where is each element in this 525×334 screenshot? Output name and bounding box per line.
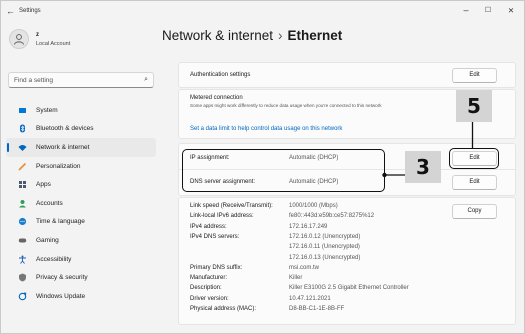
property-value: msi.com.tw <box>289 264 319 271</box>
metered-description: Some apps might work differently to redu… <box>190 103 382 108</box>
property-value: 172.16.17.249 <box>289 223 328 230</box>
sidebar-item-network-internet[interactable]: Network & internet <box>6 138 156 157</box>
property-label: IPv4 DNS servers: <box>190 233 240 240</box>
metered-label: Metered connection <box>190 95 243 101</box>
gamepad-icon <box>18 236 27 245</box>
sidebar-item-label: Gaming <box>36 236 59 244</box>
settings-window: ← Settings – ☐ ✕ z Local Account Find a … <box>0 0 525 334</box>
property-value: Killer <box>289 275 303 282</box>
callout-connector-5 <box>471 121 474 148</box>
close-button[interactable]: ✕ <box>505 6 517 15</box>
maximize-button[interactable]: ☐ <box>482 6 494 14</box>
person-icon <box>18 199 27 208</box>
sidebar-item-personalization[interactable]: Personalization <box>6 157 156 176</box>
sidebar-item-label: Time & language <box>36 218 85 226</box>
sidebar-item-label: Accessibility <box>36 255 72 263</box>
sidebar-item-label: Bluetooth & devices <box>36 125 94 133</box>
breadcrumb: Network & internet › Ethernet <box>162 28 342 43</box>
sidebar-item-bluetooth-devices[interactable]: Bluetooth & devices <box>6 120 156 139</box>
avatar[interactable] <box>9 29 29 49</box>
sidebar-item-label: Windows Update <box>36 292 86 300</box>
authentication-card: Authentication settings Edit <box>178 62 516 88</box>
page-title: Ethernet <box>287 28 343 43</box>
back-arrow-icon[interactable]: ← <box>6 6 15 16</box>
sidebar-item-label: Personalization <box>36 162 81 170</box>
user-account-type: Local Account <box>36 41 71 47</box>
property-label: IPv4 address: <box>190 223 227 230</box>
wifi-icon <box>18 143 27 152</box>
search-icon: ⌕ <box>144 76 148 83</box>
property-label: Physical address (MAC): <box>190 306 257 312</box>
property-value: 1000/1000 (Mbps) <box>289 203 338 209</box>
property-value: 172.16.0.12 (Unencrypted) <box>289 233 361 240</box>
sidebar-item-label: Accounts <box>36 199 63 207</box>
title-bar: ← Settings – ☐ ✕ <box>1 1 524 23</box>
search-placeholder: Find a setting <box>14 77 54 84</box>
authentication-edit-button[interactable]: Edit <box>452 68 497 83</box>
sidebar-nav: System Bluetooth & devices Network & inter… <box>6 101 156 306</box>
sidebar-item-privacy-security[interactable]: Privacy & security <box>6 268 156 287</box>
sidebar-item-label: System <box>36 106 58 114</box>
property-label: Link-local IPv6 address: <box>190 213 254 220</box>
user-name: z <box>36 32 39 38</box>
globe-clock-icon <box>18 217 27 226</box>
sidebar-item-label: Privacy & security <box>36 274 88 282</box>
accessibility-icon <box>18 255 27 264</box>
sidebar-item-accessibility[interactable]: Accessibility <box>6 250 156 269</box>
sidebar-item-time-language[interactable]: Time & language <box>6 213 156 232</box>
properties-card: Copy Link speed (Receive/Transmit): 1000/… <box>178 197 516 325</box>
property-label: Primary DNS suffix: <box>190 264 243 271</box>
minimize-button[interactable]: – <box>460 5 472 15</box>
system-icon <box>18 106 27 115</box>
shield-icon <box>18 273 27 282</box>
sidebar-item-gaming[interactable]: Gaming <box>6 231 156 250</box>
breadcrumb-parent[interactable]: Network & internet <box>162 28 273 43</box>
update-icon <box>18 292 27 301</box>
search-input[interactable]: Find a setting ⌕ <box>8 72 154 88</box>
sidebar-item-accounts[interactable]: Accounts <box>6 194 156 213</box>
property-value: 172.16.0.11 (Unencrypted) <box>289 244 360 251</box>
apps-icon <box>18 180 27 189</box>
sidebar-item-label: Network & internet <box>36 143 90 151</box>
property-value: 172.16.0.13 (Unencrypted) <box>289 254 361 261</box>
property-label: Link speed (Receive/Transmit): <box>190 203 273 209</box>
sidebar-item-apps[interactable]: Apps <box>6 175 156 194</box>
data-limit-link[interactable]: Set a data limit to help control data us… <box>190 126 342 132</box>
sidebar-item-system[interactable]: System <box>6 101 156 120</box>
property-value: Killer E3100G 2.5 Gigabit Ethernet Contr… <box>289 285 409 292</box>
sidebar-item-label: Apps <box>36 181 51 189</box>
dns-edit-button[interactable]: Edit <box>452 175 497 190</box>
sidebar: z Local Account Find a setting ⌕ System B… <box>1 23 161 333</box>
property-label: Manufacturer: <box>190 275 228 282</box>
property-label: Description: <box>190 285 222 292</box>
copy-button[interactable]: Copy <box>452 204 497 219</box>
brush-icon <box>18 162 27 171</box>
person-icon <box>14 34 24 45</box>
callout-number-5: 5 <box>456 90 492 122</box>
property-value: 10.47.121.2021 <box>289 295 331 302</box>
callout-highlight-ip <box>182 149 385 192</box>
breadcrumb-separator: › <box>278 28 283 43</box>
authentication-label: Authentication settings <box>190 72 251 78</box>
property-label: Driver version: <box>190 295 229 302</box>
bluetooth-icon <box>18 124 27 133</box>
property-value: D8-BB-C1-1E-8B-FF <box>289 306 345 312</box>
callout-highlight-edit <box>449 148 499 169</box>
sidebar-item-windows-update[interactable]: Windows Update <box>6 287 156 306</box>
property-value: fe80::443d:e59b:ce57:8275%12 <box>289 213 375 220</box>
callout-number-3: 3 <box>405 151 441 183</box>
window-title: Settings <box>19 8 41 14</box>
